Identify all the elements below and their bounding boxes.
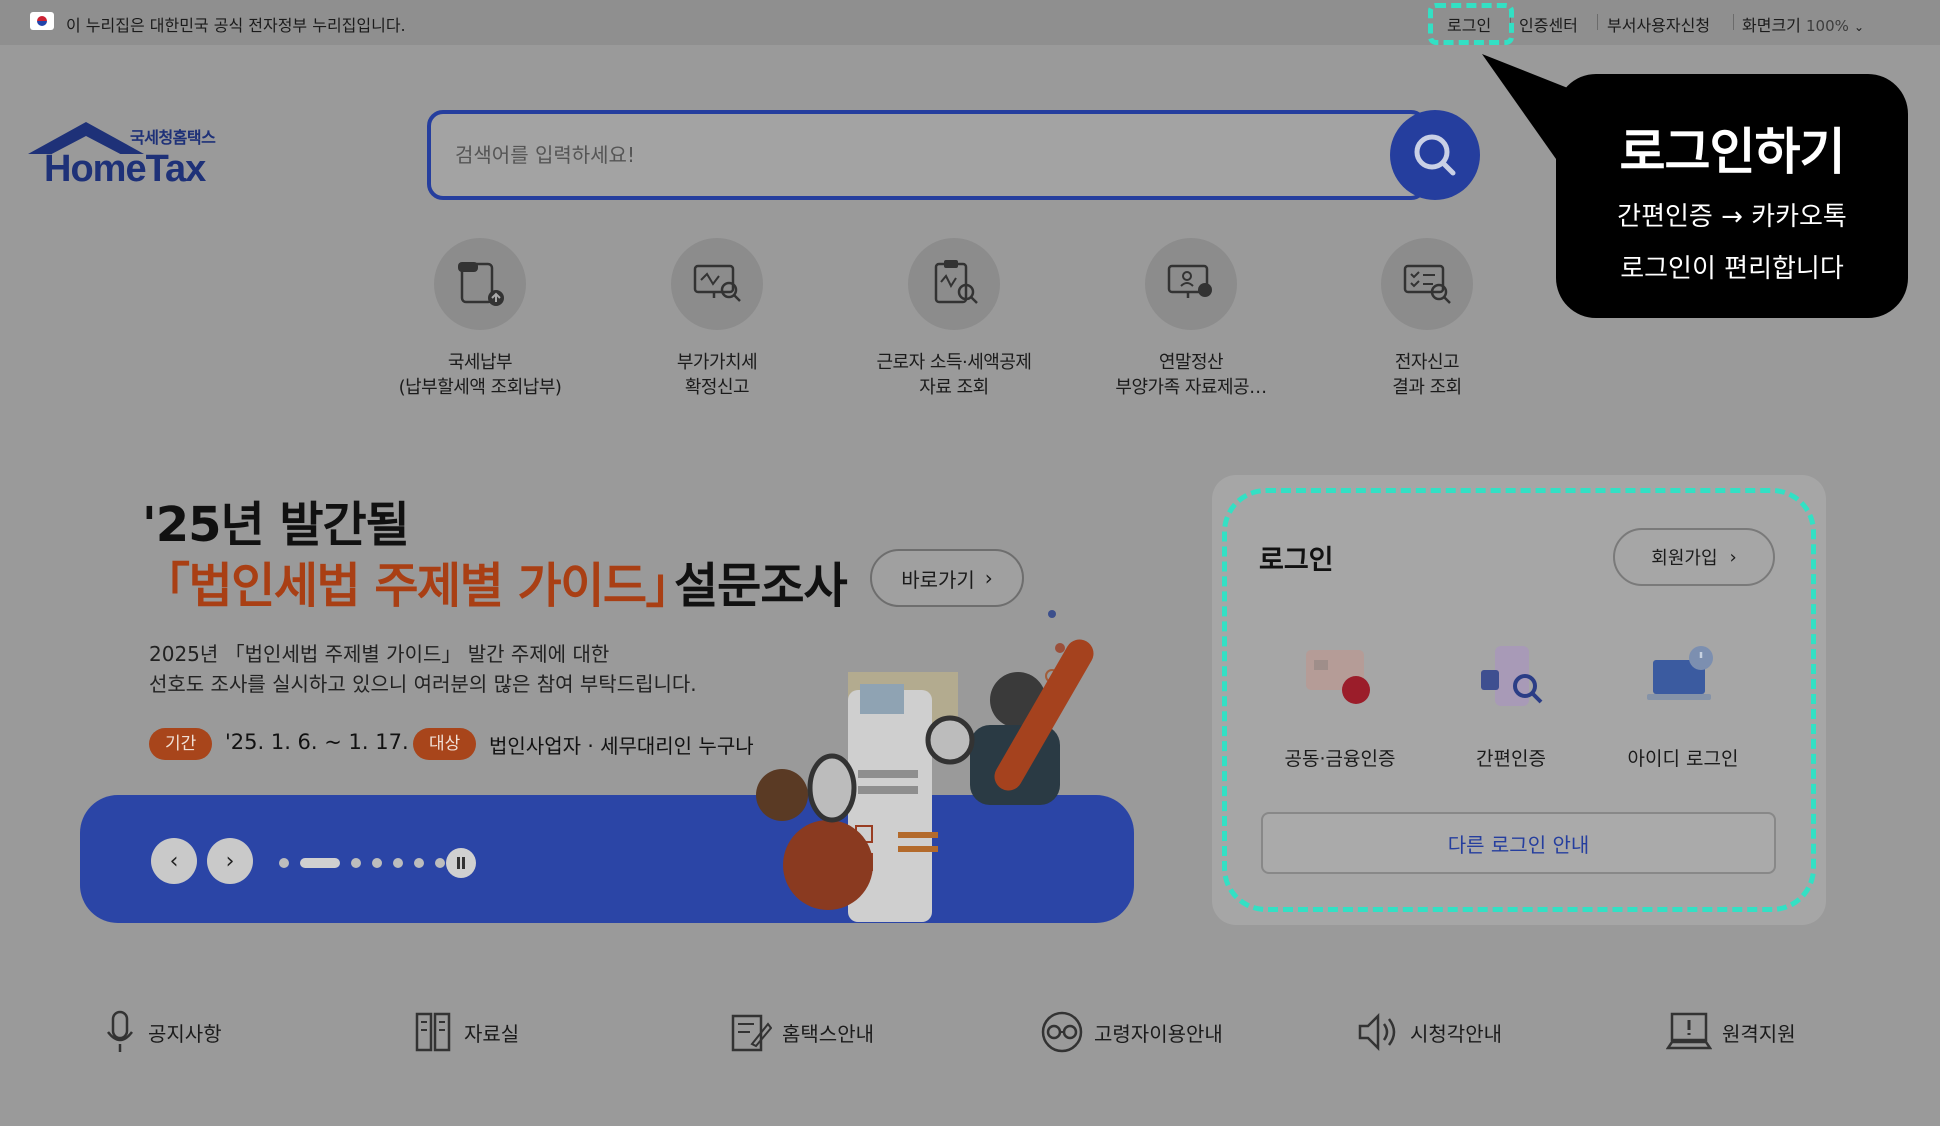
period-value: '25. 1. 6. ~ 1. 17. bbox=[225, 730, 409, 754]
quick-menu-label: 국세납부 (납부할세액 조회납부) bbox=[398, 352, 562, 398]
quick-menu-tax-payment[interactable]: 국세납부 (납부할세액 조회납부) bbox=[380, 238, 580, 400]
pagination-dot[interactable] bbox=[414, 858, 424, 868]
quick-menu-label: 부가가치세 확정신고 bbox=[676, 352, 758, 398]
period-tag: 기간 bbox=[149, 728, 213, 760]
bottom-link-label: 홈택스안내 bbox=[782, 1021, 874, 1046]
hometax-logo[interactable]: 국세청홈택스 HomeTax bbox=[28, 122, 238, 192]
quick-menu-label: 연말정산 부양가족 자료제공… bbox=[1115, 352, 1267, 398]
worker-deduction-icon bbox=[908, 238, 1000, 330]
banner-title-highlight: 「법인세법 주제별 가이드」 bbox=[142, 558, 694, 614]
zoom-value: 100% bbox=[1805, 17, 1849, 35]
bottom-link-label: 자료실 bbox=[464, 1021, 520, 1046]
search-button[interactable] bbox=[1390, 110, 1480, 200]
chevron-left-icon: ‹ bbox=[169, 848, 179, 874]
guide-edit-icon bbox=[731, 1014, 772, 1052]
pagination-dot[interactable] bbox=[393, 858, 403, 868]
speaker-icon bbox=[1358, 1012, 1396, 1052]
search-input[interactable] bbox=[455, 134, 1355, 176]
year-end-settlement-icon bbox=[1145, 238, 1237, 330]
banner-prev-button[interactable]: ‹ bbox=[151, 838, 197, 884]
banner-description: 2025년 「법인세법 주제별 가이드」 발간 주제에 대한 bbox=[149, 642, 610, 666]
chevron-right-icon: › bbox=[225, 848, 235, 874]
tooltip-line: 간편인증 → 카카오톡 bbox=[1617, 202, 1847, 232]
remote-support-icon bbox=[1666, 1012, 1712, 1050]
vat-report-icon bbox=[671, 238, 763, 330]
tooltip-title: 로그인하기 bbox=[1619, 123, 1846, 181]
quick-menu-e-filing-result[interactable]: 전자신고 결과 조회 bbox=[1327, 238, 1527, 400]
bottom-link-hometax-guide[interactable]: 홈택스안내 bbox=[730, 1008, 874, 1056]
e-filing-result-icon bbox=[1381, 238, 1473, 330]
banner-description: 선호도 조사를 실시하고 있으니 여러분의 많은 참여 부탁드립니다. bbox=[149, 672, 697, 696]
util-cert-center-link[interactable]: 인증센터 bbox=[1519, 12, 1578, 36]
util-divider bbox=[1597, 14, 1598, 30]
banner-go-button[interactable]: 바로가기 › bbox=[870, 549, 1024, 607]
quick-menu-worker-deduction[interactable]: 근로자 소득·세액공제 자료 조회 bbox=[854, 238, 1054, 400]
highlight-login-card bbox=[1222, 488, 1816, 912]
banner-pause-button[interactable] bbox=[446, 848, 476, 878]
logo-wordmark: HomeTax bbox=[44, 148, 206, 190]
logo-subtitle: 국세청홈택스 bbox=[130, 128, 216, 147]
microphone-icon bbox=[107, 1010, 133, 1052]
highlight-login-link bbox=[1428, 3, 1514, 45]
bottom-link-audiovisual-guide[interactable]: 시청각안내 bbox=[1356, 1008, 1502, 1056]
search-icon bbox=[1414, 134, 1456, 176]
banner-go-label: 바로가기 bbox=[901, 567, 975, 592]
search-box bbox=[427, 110, 1427, 200]
korea-flag-icon bbox=[30, 12, 54, 30]
util-dept-user-link[interactable]: 부서사용자신청 bbox=[1607, 12, 1710, 36]
zoom-label: 화면크기 bbox=[1742, 16, 1801, 35]
quick-menu-vat-report[interactable]: 부가가치세 확정신고 bbox=[617, 238, 817, 400]
pagination-dot[interactable] bbox=[351, 858, 361, 868]
tax-payment-icon bbox=[434, 238, 526, 330]
bottom-link-label: 시청각안내 bbox=[1410, 1021, 1502, 1046]
zoom-control[interactable]: 화면크기 100% ⌄ bbox=[1742, 12, 1864, 36]
elderly-glasses-icon bbox=[1041, 1011, 1083, 1053]
util-divider bbox=[1733, 14, 1734, 30]
target-tag: 대상 bbox=[413, 728, 477, 760]
bottom-link-label: 원격지원 bbox=[1722, 1021, 1796, 1046]
pagination-dot[interactable] bbox=[372, 858, 382, 868]
bottom-link-label: 고령자이용안내 bbox=[1094, 1021, 1223, 1046]
archive-icon bbox=[415, 1012, 451, 1052]
pagination-dot[interactable] bbox=[435, 858, 445, 868]
bottom-link-notice[interactable]: 공지사항 bbox=[104, 1008, 222, 1056]
gov-notice-text: 이 누리집은 대한민국 공식 전자정부 누리집입니다. bbox=[66, 16, 406, 35]
banner-next-button[interactable]: › bbox=[207, 838, 253, 884]
login-tooltip: 로그인하기 간편인증 → 카카오톡 로그인이 편리합니다 bbox=[1556, 74, 1908, 318]
banner-title-line1: '25년 발간될 bbox=[142, 497, 410, 553]
pagination-dot[interactable] bbox=[279, 858, 289, 868]
survey-illustration bbox=[756, 610, 1094, 922]
chevron-right-icon: › bbox=[984, 566, 993, 590]
pagination-dot-active[interactable] bbox=[300, 858, 340, 868]
pause-icon bbox=[457, 857, 465, 869]
target-value: 법인사업자 · 세무대리인 누구나 bbox=[489, 734, 754, 758]
tooltip-line: 로그인이 편리합니다 bbox=[1620, 254, 1844, 284]
bottom-link-archive[interactable]: 자료실 bbox=[414, 1008, 519, 1056]
quick-menu-label: 근로자 소득·세액공제 자료 조회 bbox=[876, 352, 1032, 398]
quick-menu-year-end-settlement[interactable]: 연말정산 부양가족 자료제공… bbox=[1091, 238, 1291, 400]
chevron-down-icon: ⌄ bbox=[1853, 20, 1865, 34]
bottom-link-label: 공지사항 bbox=[148, 1021, 222, 1046]
bottom-link-remote-support[interactable]: 원격지원 bbox=[1666, 1008, 1796, 1056]
bottom-link-elderly-guide[interactable]: 고령자이용안내 bbox=[1040, 1008, 1223, 1056]
quick-menu-label: 전자신고 결과 조회 bbox=[1392, 352, 1462, 398]
